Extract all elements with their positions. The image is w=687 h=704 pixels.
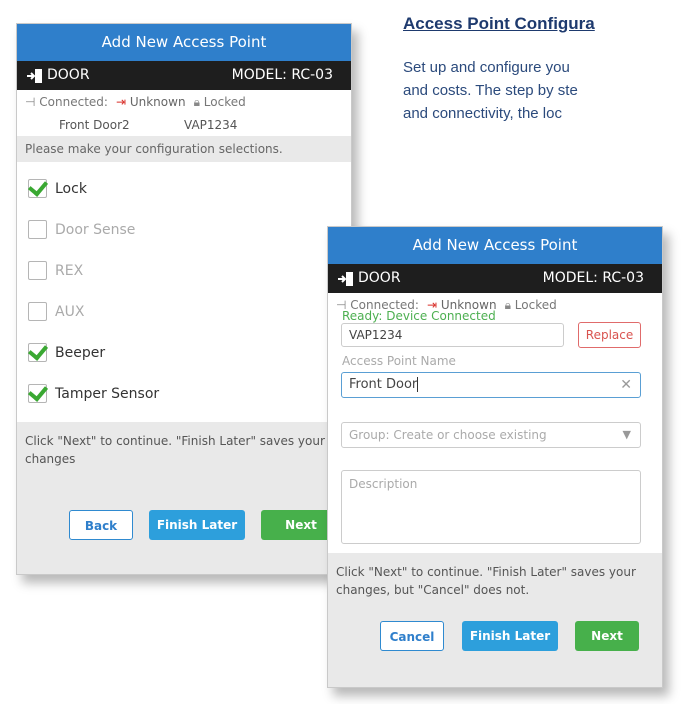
doc-heading: Access Point Configura: [403, 14, 595, 33]
finish-later-button[interactable]: Finish Later: [149, 510, 245, 540]
option-label: Lock: [55, 180, 87, 197]
door-icon: [338, 271, 353, 286]
option-label: Beeper: [55, 344, 106, 361]
name-label: Access Point Name: [342, 354, 456, 368]
info-row: Front Door2 VAP1234: [17, 114, 351, 136]
checkbox[interactable]: [28, 384, 47, 403]
option-lock[interactable]: Lock: [17, 168, 351, 209]
footer-note: Click "Next" to continue. "Finish Later"…: [25, 434, 325, 466]
model-label: MODEL: RC-03: [542, 270, 644, 286]
dialog-footer: Click "Next" to continue. "Finish Later"…: [328, 553, 662, 687]
locked-status: 🔒︎ Locked: [504, 298, 557, 312]
checkbox[interactable]: [28, 302, 47, 321]
clear-icon[interactable]: ✕: [620, 373, 632, 397]
finish-later-button[interactable]: Finish Later: [462, 621, 558, 651]
device-id: VAP1234: [184, 118, 238, 132]
option-rex[interactable]: REX: [17, 250, 351, 291]
door-label: DOOR: [47, 67, 90, 83]
door-indicator: DOOR: [338, 264, 401, 293]
checkbox[interactable]: [28, 220, 47, 239]
doc-paragraph-line: and connectivity, the loc: [403, 105, 562, 122]
group-select[interactable]: Group: Create or choose existing ▼: [341, 422, 641, 448]
connected-status: ⊣ Connected:: [25, 95, 108, 109]
checkbox[interactable]: [28, 179, 47, 198]
dialog-title: Add New Access Point: [328, 227, 662, 264]
plug-icon: ⊣: [25, 95, 36, 109]
dialog-footer: Click "Next" to continue. "Finish Later"…: [17, 422, 351, 574]
access-point-name: Front Door2: [59, 118, 130, 132]
front-dialog: Add New Access Point DOOR MODEL: RC-03 ⊣…: [327, 226, 663, 688]
door-label: DOOR: [358, 270, 401, 286]
checkbox[interactable]: [28, 343, 47, 362]
option-beeper[interactable]: Beeper: [17, 332, 351, 373]
unknown-status: ⇥ Unknown: [115, 95, 186, 109]
text-cursor: [417, 377, 419, 392]
option-list: Lock Door Sense REX AUX Beeper Tamper Se…: [17, 162, 351, 414]
device-bar: DOOR MODEL: RC-03: [328, 264, 662, 293]
status-row: ⊣ Connected: ⇥ Unknown 🔒︎ Locked: [17, 90, 351, 114]
description-textarea[interactable]: Description: [341, 470, 641, 544]
doc-paragraph-line: and costs. The step by ste: [403, 82, 578, 99]
door-icon: [27, 68, 42, 83]
checkbox[interactable]: [28, 261, 47, 280]
cancel-button[interactable]: Cancel: [380, 621, 444, 651]
option-aux[interactable]: AUX: [17, 291, 351, 332]
access-point-name-input[interactable]: Front Door ✕: [341, 372, 641, 398]
lock-icon: 🔒︎: [193, 95, 200, 109]
option-label: Tamper Sensor: [55, 385, 160, 402]
doc-paragraph: Set up and configure you and costs. The …: [403, 56, 687, 125]
option-label: Door Sense: [55, 221, 136, 238]
footer-note: Click "Next" to continue. "Finish Later"…: [336, 565, 636, 597]
model-label: MODEL: RC-03: [231, 67, 333, 83]
selection-hint: Please make your configuration selection…: [17, 136, 351, 162]
back-dialog: Add New Access Point DOOR MODEL: RC-03 ⊣…: [16, 23, 352, 575]
next-button[interactable]: Next: [575, 621, 639, 651]
device-bar: DOOR MODEL: RC-03: [17, 61, 351, 90]
description-placeholder: Description: [349, 477, 418, 491]
lock-icon: 🔒︎: [504, 298, 511, 312]
option-label: AUX: [55, 303, 85, 320]
door-alert-icon: ⇥: [115, 95, 127, 109]
name-value: Front Door: [349, 377, 418, 392]
option-tamper-sensor[interactable]: Tamper Sensor: [17, 373, 351, 414]
ready-label: Ready: Device Connected: [342, 309, 496, 323]
option-door-sense[interactable]: Door Sense: [17, 209, 351, 250]
replace-button[interactable]: Replace: [578, 322, 641, 348]
option-label: REX: [55, 262, 84, 279]
doc-paragraph-line: Set up and configure you: [403, 59, 570, 76]
dialog-title: Add New Access Point: [17, 24, 351, 61]
back-button[interactable]: Back: [69, 510, 133, 540]
group-placeholder: Group: Create or choose existing: [349, 428, 547, 442]
chevron-down-icon: ▼: [622, 428, 631, 441]
locked-status: 🔒︎ Locked: [193, 95, 246, 109]
device-id-field[interactable]: VAP1234: [341, 323, 564, 347]
door-indicator: DOOR: [27, 61, 90, 90]
